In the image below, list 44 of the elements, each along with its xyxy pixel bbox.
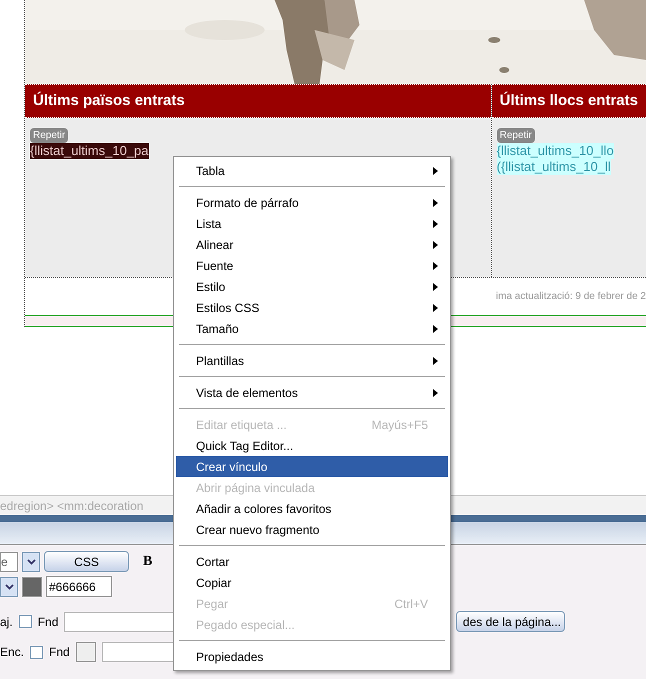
field-label: aj. [0, 614, 13, 630]
shortcut-label: Mayús+F5 [372, 416, 429, 434]
template-expression: {llistat_ultims_10_pa [30, 143, 149, 159]
last-update-text: ima actualització: 9 de febrer de 2 [496, 290, 646, 304]
checkbox[interactable] [30, 646, 44, 658]
repeat-tag: Repetir [30, 128, 68, 143]
css-button[interactable]: CSS [44, 551, 129, 572]
field-label: Fnd [49, 644, 70, 661]
menu-item[interactable]: Cortar [176, 551, 448, 572]
menu-item[interactable]: Lista [176, 213, 448, 234]
menu-item[interactable]: Copiar [176, 572, 448, 593]
menu-item[interactable]: Alinear [176, 234, 448, 255]
checkbox[interactable] [18, 615, 32, 628]
color-swatch[interactable] [76, 642, 96, 662]
color-field[interactable]: #666666 [46, 576, 112, 597]
repeat-tag: Repetir [496, 128, 535, 143]
menu-item[interactable]: Fuente [176, 255, 448, 276]
dropdown-button[interactable] [22, 552, 40, 572]
menu-item[interactable]: Estilo [176, 276, 448, 297]
template-expression: ({llistat_ultims_10_ll [496, 159, 611, 175]
menu-item[interactable]: Propiedades [176, 646, 448, 667]
color-swatch[interactable] [22, 576, 42, 596]
menu-item[interactable]: Quick Tag Editor... [176, 435, 448, 456]
field-label: Fnd [38, 614, 58, 630]
menu-item[interactable]: Tamaño [176, 318, 448, 339]
chevron-down-icon [4, 584, 14, 590]
menu-item[interactable]: Formato de párrafo [176, 192, 448, 213]
template-expression: {llistat_ultims_10_llo [496, 143, 614, 159]
menu-item[interactable]: Crear nuevo fragmento [176, 519, 448, 540]
shortcut-label: Ctrl+V [394, 596, 429, 612]
panel-title: Últims llocs entrats [500, 90, 638, 111]
panel-title: Últims països entrats [33, 90, 185, 111]
menu-item[interactable]: Crear vínculo [176, 456, 448, 477]
menu-item[interactable]: Estilos CSS [176, 297, 448, 318]
menu-item[interactable]: Vista de elementos [176, 382, 448, 403]
menu-item[interactable]: Añadir a colores favoritos [176, 498, 448, 519]
menu-item[interactable]: Plantillas [176, 350, 448, 371]
field-label: Enc. [0, 644, 24, 661]
dropdown-button[interactable] [0, 576, 18, 596]
format-select[interactable]: e [0, 552, 18, 572]
page-properties-button[interactable]: des de la página... [456, 611, 565, 632]
chevron-down-icon [26, 558, 36, 564]
menu-item[interactable]: Tabla [176, 160, 448, 181]
bold-button[interactable]: B [143, 551, 152, 572]
